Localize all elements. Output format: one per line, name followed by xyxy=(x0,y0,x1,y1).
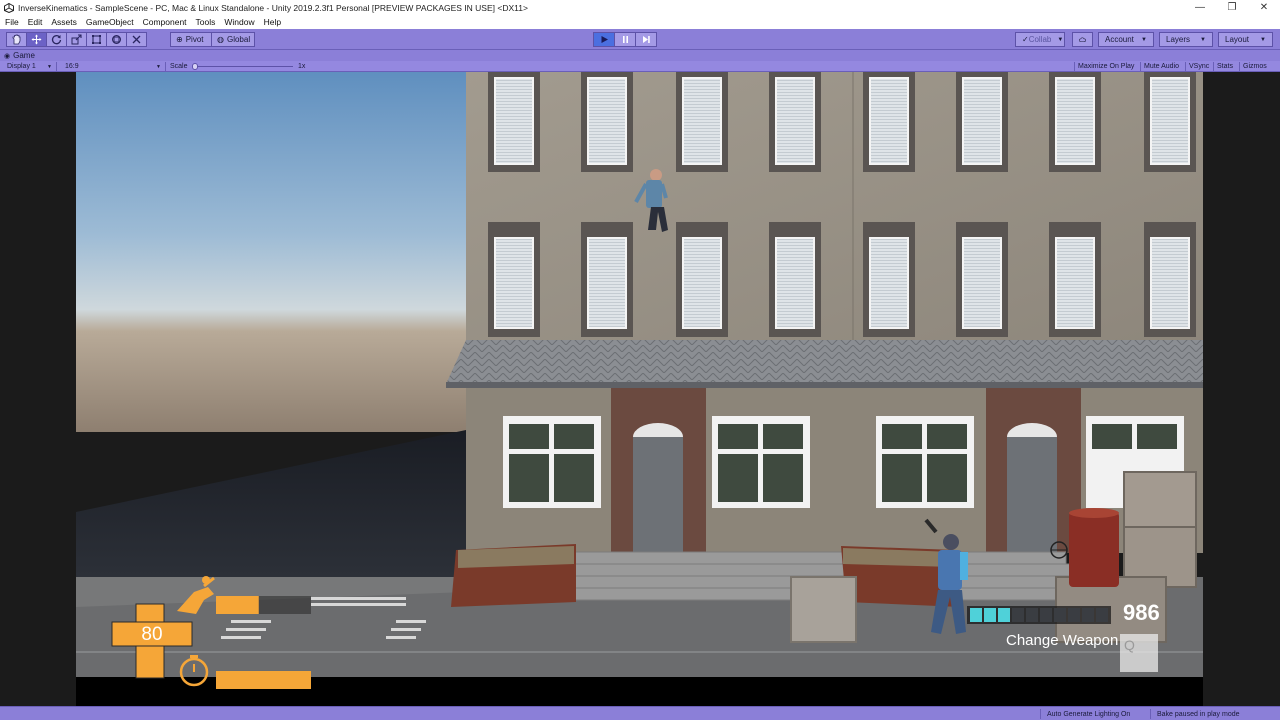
caret-down-icon: ▼ xyxy=(1260,36,1266,43)
caret-down-icon: ▼ xyxy=(1200,36,1206,43)
caret-down-icon: ▼ xyxy=(1141,36,1147,43)
bake-status: Bake paused in play mode xyxy=(1150,709,1240,719)
scale-slider-handle[interactable] xyxy=(192,63,198,70)
auto-generate-status[interactable]: Auto Generate Lighting On xyxy=(1040,709,1130,719)
main-toolbar: ⊕ Pivot ◍ Global ✓ Collab ▼ Account ▼ Laye… xyxy=(0,29,1280,50)
transform-tools xyxy=(6,32,147,47)
restore-button[interactable]: ❐ xyxy=(1216,0,1248,15)
game-scene-render[interactable] xyxy=(76,72,1203,706)
global-toggle[interactable]: ◍ Global xyxy=(211,32,255,47)
menu-edit[interactable]: Edit xyxy=(28,17,43,27)
menu-help[interactable]: Help xyxy=(264,17,281,27)
scale-value: 1x xyxy=(298,63,306,70)
ammo-cell xyxy=(1026,608,1038,622)
hand-icon xyxy=(12,34,21,45)
combined-transform-icon xyxy=(112,35,121,44)
ammo-count: 986 xyxy=(1123,600,1160,625)
caret-down-icon: ▼ xyxy=(156,63,161,70)
ammo-cell xyxy=(970,608,982,622)
transform-all-tool-button[interactable] xyxy=(106,32,127,47)
step-button[interactable] xyxy=(635,32,657,47)
menu-gameobject[interactable]: GameObject xyxy=(86,17,134,27)
pause-button[interactable] xyxy=(614,32,636,47)
cloud-button[interactable] xyxy=(1072,32,1093,47)
scene-illustration xyxy=(76,72,1203,706)
hand-tool-button[interactable] xyxy=(6,32,27,47)
caret-down-icon: ▼ xyxy=(47,63,52,70)
maximize-on-play-toggle[interactable]: Maximize On Play xyxy=(1074,62,1137,71)
collab-dropdown[interactable]: ✓ Collab ▼ xyxy=(1015,32,1065,47)
collab-check-icon: ✓ xyxy=(1022,35,1029,44)
aspect-dropdown[interactable]: 16:9 ▼ xyxy=(61,62,166,71)
front-door xyxy=(1007,437,1057,552)
custom-tool-button[interactable] xyxy=(126,32,147,47)
menu-window[interactable]: Window xyxy=(224,17,254,27)
vsync-toggle[interactable]: VSync xyxy=(1185,62,1212,71)
change-weapon-label: Change Weapon xyxy=(1006,632,1119,649)
ammo-cell xyxy=(998,608,1010,622)
timer-bar-fill xyxy=(216,671,311,689)
wooden-crate xyxy=(1123,471,1197,528)
title-bar: InverseKinematics - SampleScene - PC, Ma… xyxy=(0,0,1280,15)
pivot-icon: ⊕ xyxy=(176,35,183,44)
cloud-icon xyxy=(1079,37,1086,42)
game-viewport[interactable] xyxy=(0,72,1280,706)
change-weapon-key[interactable]: Q xyxy=(1120,634,1158,672)
mute-audio-toggle[interactable]: Mute Audio xyxy=(1140,62,1182,71)
menu-bar: File Edit Assets GameObject Component To… xyxy=(0,15,1280,29)
scale-label: Scale xyxy=(170,63,188,70)
health-value: 80 xyxy=(141,624,163,645)
minimize-button[interactable]: — xyxy=(1184,0,1216,15)
ammo-cell xyxy=(1054,608,1066,622)
ammo-cell xyxy=(1040,608,1052,622)
scale-tool-button[interactable] xyxy=(66,32,87,47)
move-tool-button[interactable] xyxy=(26,32,47,47)
pivot-toggle[interactable]: ⊕ Pivot xyxy=(170,32,212,47)
step-forward-icon xyxy=(642,36,650,43)
window-title: InverseKinematics - SampleScene - PC, Ma… xyxy=(18,2,528,13)
play-button[interactable] xyxy=(593,32,615,47)
dash-bar-fill xyxy=(216,596,259,614)
playback-controls xyxy=(593,32,657,47)
ammo-cell xyxy=(1068,608,1080,622)
pause-icon xyxy=(622,36,628,43)
caret-down-icon: ▼ xyxy=(1057,36,1064,43)
display-dropdown[interactable]: Display 1 ▼ xyxy=(3,62,57,71)
menu-tools[interactable]: Tools xyxy=(196,17,216,27)
status-bar: Auto Generate Lighting On Bake paused in… xyxy=(0,706,1280,720)
oil-barrel xyxy=(1069,512,1119,587)
rotate-tool-button[interactable] xyxy=(46,32,67,47)
close-button[interactable]: ✕ xyxy=(1248,0,1280,15)
tab-game[interactable]: ◉ Game xyxy=(4,50,35,61)
tiled-awning xyxy=(446,340,1203,384)
ammo-cell xyxy=(1096,608,1108,622)
game-view-controls: Display 1 ▼ 16:9 ▼ Scale 1x Maximize On … xyxy=(0,61,1280,72)
rotate-icon xyxy=(51,35,62,45)
rect-transform-icon xyxy=(92,35,101,44)
account-dropdown[interactable]: Account ▼ xyxy=(1098,32,1154,47)
layers-dropdown[interactable]: Layers ▼ xyxy=(1159,32,1213,47)
ammo-cell xyxy=(984,608,996,622)
move-arrows-icon xyxy=(31,34,42,45)
panel-tab-strip: ◉ Game xyxy=(0,50,1280,61)
game-controller-icon: ◉ xyxy=(4,52,11,60)
menu-file[interactable]: File xyxy=(5,17,19,27)
menu-assets[interactable]: Assets xyxy=(51,17,77,27)
scale-slider-track[interactable] xyxy=(193,66,293,67)
front-door xyxy=(633,437,683,552)
tools-cross-icon xyxy=(132,35,141,44)
rect-tool-button[interactable] xyxy=(86,32,107,47)
layout-dropdown[interactable]: Layout ▼ xyxy=(1218,32,1273,47)
menu-component[interactable]: Component xyxy=(143,17,187,27)
play-icon xyxy=(601,36,608,43)
unity-app-icon xyxy=(4,2,14,13)
ammo-gauge xyxy=(967,606,1111,624)
wooden-crate xyxy=(790,576,857,643)
stats-toggle[interactable]: Stats xyxy=(1213,62,1236,71)
ammo-cell xyxy=(1012,608,1024,622)
ammo-cell xyxy=(1082,608,1094,622)
gizmos-dropdown[interactable]: Gizmos xyxy=(1239,62,1270,71)
scale-icon xyxy=(71,34,82,45)
globe-icon: ◍ xyxy=(217,35,224,44)
